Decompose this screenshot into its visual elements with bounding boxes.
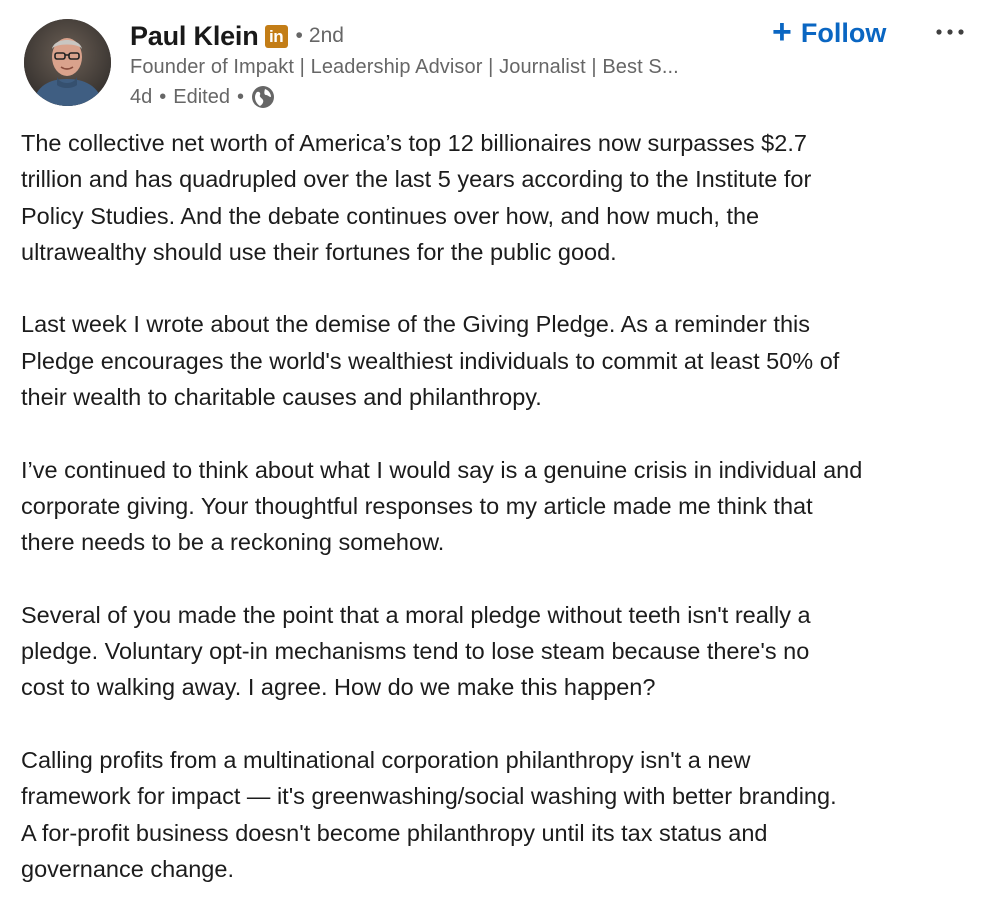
avatar-photo <box>24 19 111 106</box>
post-paragraph: Several of you made the point that a mor… <box>21 601 811 701</box>
post-paragraph: Calling profits from a multinational cor… <box>21 747 837 882</box>
author-name[interactable]: Paul Klein <box>130 21 259 52</box>
follow-label: Follow <box>800 17 887 48</box>
linkedin-premium-badge-icon: in <box>264 24 288 48</box>
post-body: The collective net worth of America’s to… <box>21 125 981 902</box>
plus-icon: + <box>772 12 792 51</box>
feed-post: Paul Klein in • 2nd Founder of Impakt | L… <box>0 0 988 902</box>
edited-label: Edited <box>173 85 230 108</box>
follow-button[interactable]: + Follow <box>772 14 886 52</box>
more-options-button[interactable] <box>932 20 968 44</box>
more-horizontal-icon <box>936 29 964 35</box>
connection-degree-label: 2nd <box>308 24 344 47</box>
post-meta: 4d • Edited • <box>130 84 275 110</box>
connection-degree: • 2nd <box>295 24 344 47</box>
meta-separator: • <box>236 85 244 108</box>
author-headline: Founder of Impakt | Leadership Advisor |… <box>130 56 679 78</box>
post-paragraph: I’ve continued to think about what I wou… <box>21 456 863 556</box>
post-time: 4d <box>130 85 153 108</box>
author-avatar[interactable] <box>24 19 111 106</box>
post-paragraph: Last week I wrote about the demise of th… <box>21 311 840 411</box>
author-name-row: Paul Klein in • 2nd <box>130 17 344 55</box>
globe-icon <box>251 85 275 109</box>
meta-separator: • <box>159 85 167 108</box>
post-paragraph: The collective net worth of America’s to… <box>21 130 812 265</box>
post-header: Paul Klein in • 2nd Founder of Impakt | L… <box>0 0 988 120</box>
